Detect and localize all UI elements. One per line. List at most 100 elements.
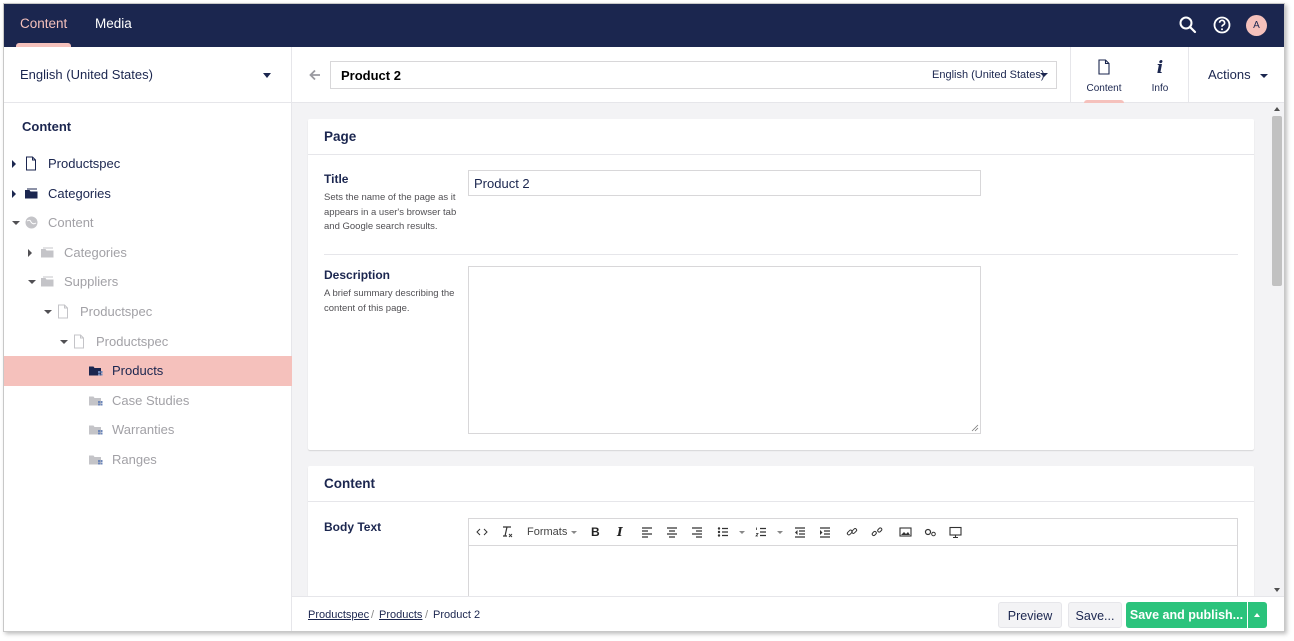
folder-icon bbox=[40, 274, 54, 289]
tree-item[interactable]: Productspec bbox=[4, 149, 292, 179]
section-tab-content[interactable]: Content bbox=[15, 4, 72, 47]
app-tab-info[interactable]: i Info bbox=[1132, 47, 1188, 103]
caret-down-icon[interactable] bbox=[28, 280, 36, 285]
back-arrow-icon[interactable] bbox=[308, 68, 322, 82]
variant-chevron-down-icon bbox=[1040, 73, 1048, 77]
chevron-up-icon bbox=[1254, 613, 1260, 617]
folder-grid-icon bbox=[88, 393, 103, 408]
scroll-down-arrow-icon[interactable] bbox=[1274, 588, 1280, 592]
caret-down-icon[interactable] bbox=[12, 221, 20, 226]
save-and-publish-button[interactable]: Save and publish... bbox=[1126, 602, 1247, 628]
title-input[interactable]: Product 2 bbox=[468, 170, 981, 196]
info-icon: i bbox=[1156, 58, 1164, 78]
indent-icon[interactable] bbox=[819, 525, 831, 539]
tree-root-title[interactable]: Content bbox=[22, 119, 71, 134]
breadcrumb-item[interactable]: Productspec bbox=[308, 609, 369, 621]
tree-item[interactable]: Ranges bbox=[4, 445, 292, 475]
numbered-list-icon[interactable] bbox=[755, 525, 767, 539]
tree-item[interactable]: Case Studies bbox=[4, 386, 292, 416]
unlink-icon[interactable] bbox=[871, 525, 883, 539]
folder-icon bbox=[24, 186, 38, 201]
description-property-label: Description bbox=[324, 268, 391, 282]
breadcrumb-separator: / bbox=[371, 609, 375, 621]
panel-divider bbox=[308, 501, 1254, 502]
top-bar: Content Media A bbox=[4, 4, 1284, 47]
folder-grid-icon bbox=[88, 363, 103, 378]
macro-icon[interactable] bbox=[924, 525, 937, 539]
image-icon[interactable] bbox=[899, 525, 912, 539]
node-name-value: Product 2 bbox=[341, 68, 401, 83]
preview-button[interactable]: Preview bbox=[998, 602, 1062, 628]
outdent-icon[interactable] bbox=[794, 525, 806, 539]
italic-icon[interactable]: I bbox=[617, 525, 623, 539]
title-input-value: Product 2 bbox=[474, 176, 530, 191]
tree-item[interactable]: Productspec bbox=[4, 327, 292, 357]
breadcrumb-current: Product 2 bbox=[433, 609, 481, 621]
document-icon bbox=[72, 334, 86, 349]
variant-selector[interactable]: English (United States) bbox=[932, 69, 1045, 81]
title-property-description: Sets the name of the page as it appears … bbox=[324, 192, 457, 232]
help-icon[interactable] bbox=[1212, 15, 1232, 35]
tree-item[interactable]: Suppliers bbox=[4, 267, 292, 297]
source-code-icon[interactable] bbox=[476, 525, 488, 539]
embed-icon[interactable] bbox=[949, 525, 962, 539]
caret-down-icon[interactable] bbox=[44, 310, 52, 314]
bold-icon[interactable]: B bbox=[591, 525, 600, 539]
language-selector-label: English (United States) bbox=[20, 67, 153, 82]
save-button[interactable]: Save... bbox=[1068, 602, 1122, 628]
caret-right-icon[interactable] bbox=[12, 160, 16, 168]
formats-dropdown[interactable]: Formats bbox=[527, 525, 567, 539]
actions-button[interactable]: Actions bbox=[1208, 67, 1268, 82]
document-icon bbox=[56, 304, 70, 319]
content-group-title: Content bbox=[324, 476, 375, 491]
chevron-down-icon bbox=[1260, 74, 1268, 78]
tree-item-label: Warranties bbox=[112, 422, 175, 438]
description-textarea[interactable] bbox=[468, 266, 981, 434]
tree-item[interactable]: Content bbox=[4, 208, 292, 238]
actions-button-label: Actions bbox=[1208, 67, 1251, 82]
tree-item[interactable]: Productspec bbox=[4, 297, 292, 327]
breadcrumb-item[interactable]: Products bbox=[379, 609, 422, 621]
link-icon[interactable] bbox=[846, 525, 858, 539]
chevron-down-icon bbox=[263, 73, 271, 78]
align-left-icon[interactable] bbox=[641, 525, 653, 539]
bullet-list-chevron-down-icon[interactable] bbox=[739, 531, 745, 534]
tree-item[interactable]: Warranties bbox=[4, 415, 292, 445]
tree-item-label: Productspec bbox=[80, 304, 153, 319]
page-group-panel: Page Title Sets the name of the page as … bbox=[308, 119, 1254, 450]
caret-down-icon[interactable] bbox=[60, 339, 68, 344]
description-property-description: A brief summary describing the content o… bbox=[324, 288, 455, 314]
app-tab-content[interactable]: Content bbox=[1076, 47, 1132, 103]
tree-item[interactable]: Categories bbox=[4, 179, 292, 209]
tree-item-label: Suppliers bbox=[64, 274, 119, 290]
align-center-icon[interactable] bbox=[666, 525, 678, 539]
tree-item-label: Productspec bbox=[48, 156, 121, 171]
resize-grip-icon[interactable] bbox=[971, 424, 979, 432]
header-divider bbox=[1070, 47, 1071, 103]
globe-icon bbox=[24, 215, 38, 230]
body-text-editor-area[interactable] bbox=[469, 547, 1237, 597]
publish-options-button[interactable] bbox=[1248, 602, 1267, 628]
scroll-up-arrow-icon[interactable] bbox=[1274, 107, 1280, 111]
caret-right-icon[interactable] bbox=[28, 248, 32, 257]
align-right-icon[interactable] bbox=[691, 525, 703, 539]
language-selector[interactable]: English (United States) bbox=[4, 47, 292, 103]
user-avatar[interactable]: A bbox=[1246, 15, 1267, 36]
search-icon[interactable] bbox=[1178, 15, 1198, 35]
tree-item-label: Categories bbox=[48, 185, 111, 201]
caret-right-icon[interactable] bbox=[12, 189, 16, 198]
tree-item-label: Categories bbox=[64, 244, 127, 260]
tree-item[interactable]: Products bbox=[4, 356, 292, 387]
editor-scrollbar[interactable] bbox=[1269, 103, 1284, 596]
tree-item-label: Ranges bbox=[112, 452, 157, 467]
node-name-input[interactable]: Product 2 English (United States) bbox=[330, 61, 1057, 89]
bullet-list-icon[interactable] bbox=[717, 525, 729, 539]
folder-grid-icon bbox=[88, 422, 103, 437]
section-tab-media[interactable]: Media bbox=[95, 4, 132, 47]
tree-item[interactable]: Categories bbox=[4, 238, 292, 268]
clear-format-icon[interactable] bbox=[501, 525, 513, 539]
scrollbar-thumb[interactable] bbox=[1272, 116, 1282, 286]
panel-divider bbox=[308, 154, 1254, 155]
content-group-panel: Content Body Text Formats B I bbox=[308, 466, 1254, 606]
numbered-list-chevron-down-icon[interactable] bbox=[777, 531, 783, 534]
